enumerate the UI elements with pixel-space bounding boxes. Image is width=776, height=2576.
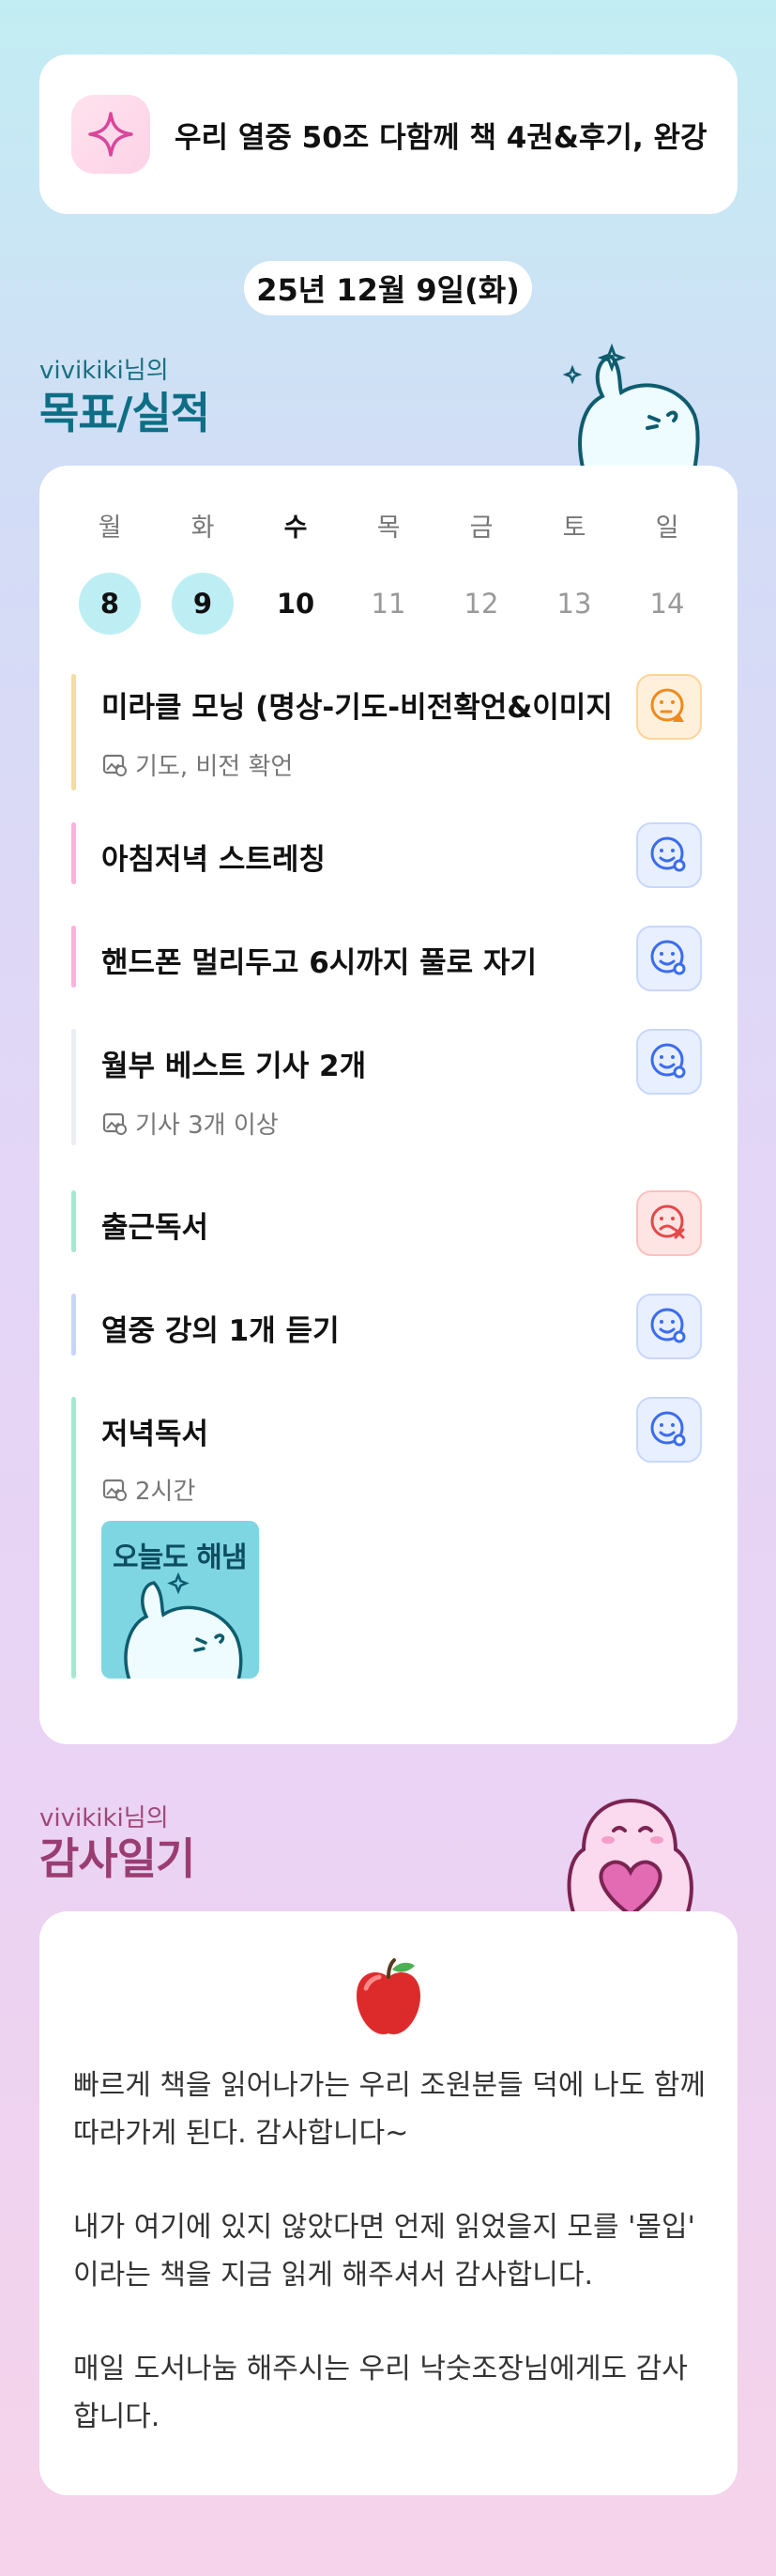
sparkle-icon xyxy=(71,95,150,174)
status-scheduled-icon[interactable] xyxy=(636,926,702,991)
goal-color-bar xyxy=(71,1190,76,1252)
photo-note-icon xyxy=(102,1112,127,1135)
calendar-day[interactable]: 11 xyxy=(358,573,419,635)
goal-color-bar xyxy=(71,822,76,884)
weekday-row: 월 화 수 목 금 토 일 xyxy=(77,507,700,544)
goal-title: 열중 강의 1개 듣기 xyxy=(101,1314,340,1348)
weekday-label: 금 xyxy=(469,514,494,543)
goal-color-bar xyxy=(71,1029,76,1145)
calendar-day[interactable]: 14 xyxy=(636,573,698,635)
goal-title: 아침저녁 스트레칭 xyxy=(101,843,326,877)
mascot-heart-illustration xyxy=(567,1798,693,1915)
calendar-day[interactable]: 13 xyxy=(543,573,605,635)
goal-color-bar xyxy=(71,926,76,988)
goal-color-bar xyxy=(71,1397,76,1679)
notice-banner[interactable]: 우리 열중 50조 다함께 책 4권&후기, 완강 xyxy=(39,54,738,214)
goal-title: 핸드폰 멀리두고 6시까지 풀로 자기 xyxy=(101,946,538,980)
goal-title: 월부 베스트 기사 2개 xyxy=(101,1050,367,1083)
goal-color-bar xyxy=(71,674,76,790)
goal-note-text: 기도, 비전 확언 xyxy=(135,753,294,781)
goal-title: 미라클 모닝 (명상-기도-비전확언&이미지 xyxy=(101,691,613,725)
mascot-cheer-illustration xyxy=(562,343,700,471)
weekday-label: 목 xyxy=(376,514,401,543)
gratitude-paragraph: 매일 도서나눔 해주시는 우리 낙숫조장님에게도 감사합니다. xyxy=(73,2353,688,2433)
gratitude-section-title: 감사일기 xyxy=(39,1833,195,1884)
photo-note-icon xyxy=(102,754,127,776)
goals-card: 월 화 수 목 금 토 일 8 9 10 11 12 13 14 미라클 모닝 … xyxy=(39,466,738,1744)
status-scheduled-icon[interactable] xyxy=(636,1029,702,1095)
apple-icon xyxy=(357,1958,420,2034)
status-scheduled-icon[interactable] xyxy=(636,822,702,888)
goal-note: 2시간 xyxy=(101,1472,195,1507)
goal-color-bar xyxy=(71,1294,76,1356)
goal-note: 기사 3개 이상 xyxy=(101,1106,279,1141)
goal-item[interactable]: 핸드폰 멀리두고 6시까지 풀로 자기 xyxy=(71,926,702,991)
calendar-day[interactable]: 9 xyxy=(172,573,234,635)
goal-note: 기도, 비전 확언 xyxy=(101,747,293,782)
date-selector[interactable]: 25년 12월 9일(화) xyxy=(244,261,532,315)
weekday-label: 일 xyxy=(655,514,679,543)
photo-note-icon xyxy=(102,1479,127,1501)
weekday-label: 월 xyxy=(98,514,122,543)
goal-item[interactable]: 월부 베스트 기사 2개 기사 3개 이상 xyxy=(71,1029,702,1145)
calendar-day[interactable]: 12 xyxy=(450,573,512,635)
calendar-day-today[interactable]: 10 xyxy=(265,573,327,635)
date-row: 8 9 10 11 12 13 14 xyxy=(77,573,700,635)
banner-text: 우리 열중 50조 다함께 책 4권&후기, 완강 xyxy=(175,120,708,155)
goal-note-text: 2시간 xyxy=(135,1478,196,1506)
calendar-day[interactable]: 8 xyxy=(79,573,141,635)
gratitude-paragraph: 내가 여기에 있지 않았다면 언제 읽었을지 모를 '몰입' 이라는 책을 지금… xyxy=(73,2211,695,2292)
goal-note-text: 기사 3개 이상 xyxy=(135,1112,279,1140)
goal-item[interactable]: 아침저녁 스트레칭 xyxy=(71,822,702,888)
goal-item[interactable]: 저녁독서 2시간 오늘도 해냄 xyxy=(71,1397,702,1679)
status-scheduled-icon[interactable] xyxy=(636,1397,702,1463)
goal-title: 저녁독서 xyxy=(101,1418,209,1451)
goal-item[interactable]: 미라클 모닝 (명상-기도-비전확언&이미지 기도, 비전 확언 xyxy=(71,674,702,790)
weekday-label: 화 xyxy=(190,514,215,543)
weekday-label: 토 xyxy=(562,514,586,543)
goal-title: 출근독서 xyxy=(101,1211,209,1245)
gratitude-card: 빠르게 책을 읽어나가는 우리 조원분들 덕에 나도 함께 따라가게 된다. 감… xyxy=(39,1911,738,2495)
status-failed-icon[interactable] xyxy=(636,1190,702,1256)
gratitude-paragraph: 빠르게 책을 읽어나가는 우리 조원분들 덕에 나도 함께 따라가게 된다. 감… xyxy=(73,2069,706,2150)
mascot-thumbnail-illustration xyxy=(124,1572,243,1679)
status-partial-icon[interactable] xyxy=(636,674,702,740)
goal-photo-thumbnail[interactable]: 오늘도 해냄 xyxy=(101,1521,259,1679)
status-scheduled-icon[interactable] xyxy=(636,1294,702,1359)
goal-item[interactable]: 출근독서 xyxy=(71,1190,702,1256)
goals-section-title: 목표/실적 xyxy=(39,388,210,438)
weekday-label: 수 xyxy=(283,514,308,543)
goal-item[interactable]: 열중 강의 1개 듣기 xyxy=(71,1294,702,1359)
